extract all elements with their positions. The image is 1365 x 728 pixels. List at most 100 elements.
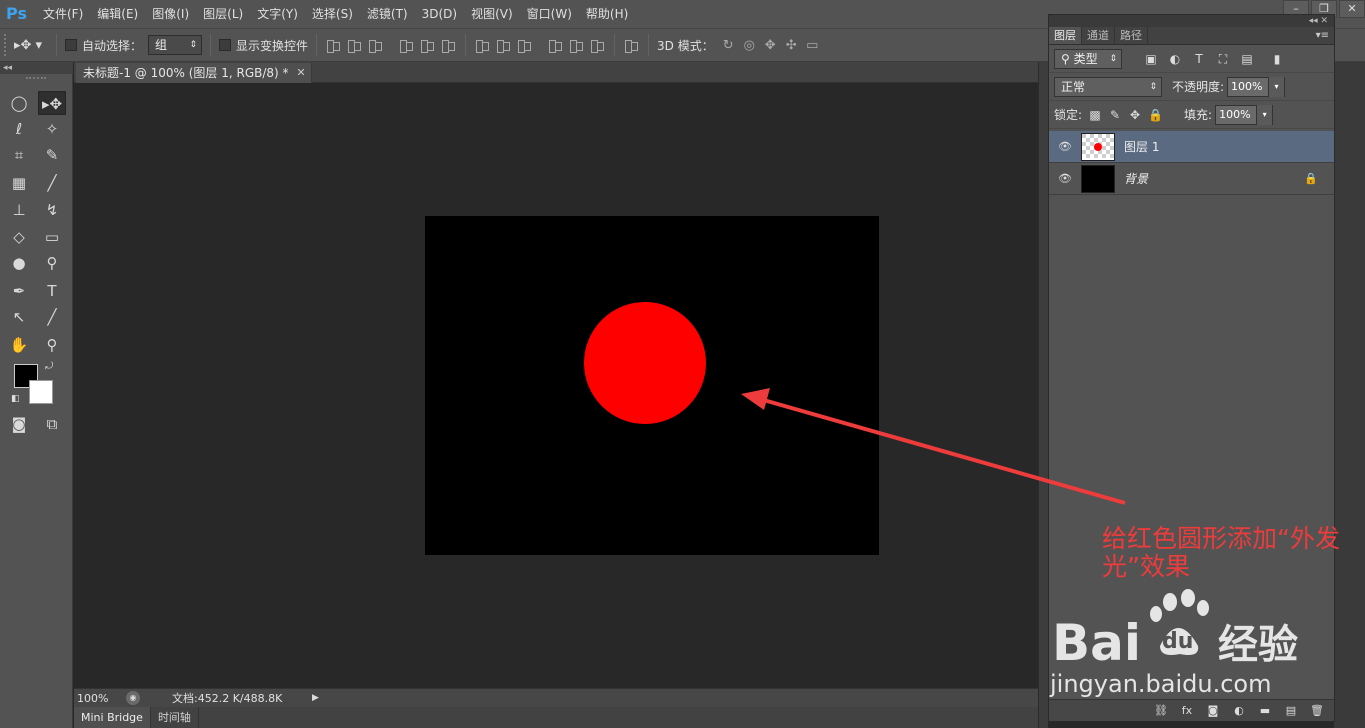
history-brush-icon[interactable]: ↯ bbox=[38, 198, 66, 222]
align-hcenter-icon[interactable] bbox=[419, 37, 436, 54]
tab-layers[interactable]: 图层 bbox=[1049, 27, 1082, 44]
layer-row-layer1[interactable]: 👁 图层 1 bbox=[1049, 131, 1334, 163]
align-vcenter-icon[interactable] bbox=[346, 37, 363, 54]
clone-stamp-icon[interactable]: ⊥ bbox=[5, 198, 33, 222]
menu-type[interactable]: 文字(Y) bbox=[250, 0, 305, 28]
eraser-icon[interactable]: ◇ bbox=[5, 225, 33, 249]
menu-edit[interactable]: 编辑(E) bbox=[90, 0, 145, 28]
lock-transparent-icon[interactable]: ▩ bbox=[1088, 108, 1102, 122]
menu-filter[interactable]: 滤镜(T) bbox=[360, 0, 415, 28]
type-tool-icon[interactable]: T bbox=[38, 279, 66, 303]
quick-mask-icon[interactable]: ◙ bbox=[5, 412, 33, 436]
collapsed-panel-strip[interactable] bbox=[1038, 62, 1048, 728]
canvas-workspace[interactable] bbox=[74, 83, 1038, 688]
auto-select-checkbox[interactable] bbox=[65, 39, 77, 51]
close-icon[interactable]: ✕ bbox=[1339, 0, 1365, 18]
opacity-field[interactable]: 100% ▾ bbox=[1227, 76, 1286, 97]
chevron-down-icon[interactable]: ▾ bbox=[1256, 104, 1273, 125]
panel-menu-icon[interactable]: ▾≡ bbox=[1316, 27, 1329, 45]
menu-layer[interactable]: 图层(L) bbox=[196, 0, 250, 28]
lock-image-icon[interactable]: ✎ bbox=[1108, 108, 1122, 122]
panel-collapse-bar[interactable]: ◂◂ ✕ bbox=[1049, 15, 1334, 27]
toolbar-grip[interactable] bbox=[26, 77, 46, 79]
close-tab-icon[interactable]: ✕ bbox=[296, 63, 305, 83]
scale-3d-icon[interactable]: ▭ bbox=[804, 37, 821, 54]
filter-kind-dropdown[interactable]: ⚲ 类型 ⇕ bbox=[1054, 48, 1122, 69]
screen-mode-icon[interactable]: ⧉ bbox=[38, 412, 66, 436]
move-tool-preset-icon[interactable]: ▸✥ ▾ bbox=[8, 34, 48, 56]
filter-smart-object-icon[interactable]: ▤ bbox=[1238, 51, 1256, 67]
path-selection-icon[interactable]: ↖ bbox=[5, 305, 33, 329]
crop-icon[interactable]: ⌗ bbox=[5, 143, 33, 167]
menu-file[interactable]: 文件(F) bbox=[36, 0, 90, 28]
elliptical-marquee-icon[interactable]: ◯ bbox=[5, 91, 33, 115]
menu-view[interactable]: 视图(V) bbox=[464, 0, 520, 28]
trash-icon[interactable]: 🗑 bbox=[1310, 704, 1324, 717]
align-left-icon[interactable] bbox=[398, 37, 415, 54]
swap-colors-icon[interactable]: ⤾ bbox=[45, 361, 53, 372]
red-circle-shape[interactable] bbox=[584, 302, 706, 424]
filter-shape-icon[interactable]: ⛶ bbox=[1214, 51, 1232, 67]
fill-field[interactable]: 100% ▾ bbox=[1215, 104, 1274, 125]
gradient-icon[interactable]: ▭ bbox=[38, 225, 66, 249]
default-colors-icon[interactable]: ◧ bbox=[11, 394, 20, 404]
menu-help[interactable]: 帮助(H) bbox=[579, 0, 635, 28]
add-mask-icon[interactable]: ◙ bbox=[1206, 704, 1220, 717]
line-tool-icon[interactable]: ╱ bbox=[38, 305, 66, 329]
tab-paths[interactable]: 路径 bbox=[1115, 27, 1148, 44]
link-layers-icon[interactable]: ⛓ bbox=[1154, 704, 1168, 717]
filter-toggle-icon[interactable]: ▮ bbox=[1268, 51, 1286, 67]
zoom-icon[interactable]: ⚲ bbox=[38, 333, 66, 357]
slide-3d-icon[interactable]: ✣ bbox=[783, 37, 800, 54]
document-tab[interactable]: 未标题-1 @ 100% (图层 1, RGB/8) * ✕ bbox=[76, 63, 312, 83]
menu-window[interactable]: 窗口(W) bbox=[520, 0, 579, 28]
lasso-icon[interactable]: ℓ bbox=[5, 117, 33, 141]
toolbar-collapse-bar[interactable]: ◂◂ bbox=[0, 62, 73, 74]
menu-select[interactable]: 选择(S) bbox=[305, 0, 360, 28]
align-bottom-icon[interactable] bbox=[367, 37, 384, 54]
filter-adjustment-icon[interactable]: ◐ bbox=[1166, 51, 1184, 67]
menu-image[interactable]: 图像(I) bbox=[145, 0, 196, 28]
blur-icon[interactable]: ● bbox=[5, 251, 33, 275]
healing-brush-icon[interactable]: ▦ bbox=[5, 171, 33, 195]
align-top-icon[interactable] bbox=[325, 37, 342, 54]
filter-type-icon[interactable]: T bbox=[1190, 51, 1208, 67]
auto-align-icon[interactable] bbox=[623, 37, 640, 54]
new-layer-icon[interactable]: ▤ bbox=[1284, 704, 1298, 717]
brush-icon[interactable]: ╱ bbox=[38, 171, 66, 195]
lock-position-icon[interactable]: ✥ bbox=[1128, 108, 1142, 122]
new-group-icon[interactable]: ▬ bbox=[1258, 704, 1272, 717]
pen-icon[interactable]: ✒ bbox=[5, 279, 33, 303]
status-info-icon[interactable]: ◉ bbox=[126, 691, 140, 705]
auto-select-dropdown[interactable]: 组 ⇕ bbox=[148, 35, 203, 55]
move-tool-icon[interactable]: ▸✥ bbox=[38, 91, 66, 115]
visibility-eye-icon[interactable]: 👁 bbox=[1055, 140, 1075, 153]
pan-3d-icon[interactable]: ✥ bbox=[762, 37, 779, 54]
tab-mini-bridge[interactable]: Mini Bridge bbox=[74, 707, 151, 728]
menu-3d[interactable]: 3D(D) bbox=[415, 0, 464, 28]
eyedropper-icon[interactable]: ✎ bbox=[38, 143, 66, 167]
blend-mode-dropdown[interactable]: 正常 ⇕ bbox=[1054, 76, 1162, 97]
distribute-top-icon[interactable] bbox=[474, 37, 491, 54]
dodge-icon[interactable]: ⚲ bbox=[38, 251, 66, 275]
zoom-level[interactable]: 100% bbox=[74, 692, 126, 705]
distribute-left-icon[interactable] bbox=[547, 37, 564, 54]
distribute-bottom-icon[interactable] bbox=[516, 37, 533, 54]
tab-timeline[interactable]: 时间轴 bbox=[151, 707, 199, 728]
rotate-3d-icon[interactable]: ↻ bbox=[720, 37, 737, 54]
fx-icon[interactable]: fx bbox=[1180, 704, 1194, 717]
show-transform-checkbox[interactable] bbox=[219, 39, 232, 51]
distribute-hcenter-icon[interactable] bbox=[568, 37, 585, 54]
distribute-vcenter-icon[interactable] bbox=[495, 37, 512, 54]
layer-row-background[interactable]: 👁 背景 🔒 bbox=[1049, 163, 1334, 195]
layer-name[interactable]: 背景 bbox=[1124, 170, 1148, 187]
visibility-eye-icon[interactable]: 👁 bbox=[1055, 172, 1075, 185]
distribute-right-icon[interactable] bbox=[589, 37, 606, 54]
roll-3d-icon[interactable]: ◎ bbox=[741, 37, 758, 54]
status-menu-arrow-icon[interactable]: ▶ bbox=[312, 693, 319, 703]
lock-all-icon[interactable]: 🔒 bbox=[1148, 108, 1163, 122]
chevron-down-icon[interactable]: ▾ bbox=[1268, 76, 1285, 97]
hand-icon[interactable]: ✋ bbox=[5, 333, 33, 357]
background-color-swatch[interactable] bbox=[29, 380, 53, 404]
adjustment-layer-icon[interactable]: ◐ bbox=[1232, 704, 1246, 717]
